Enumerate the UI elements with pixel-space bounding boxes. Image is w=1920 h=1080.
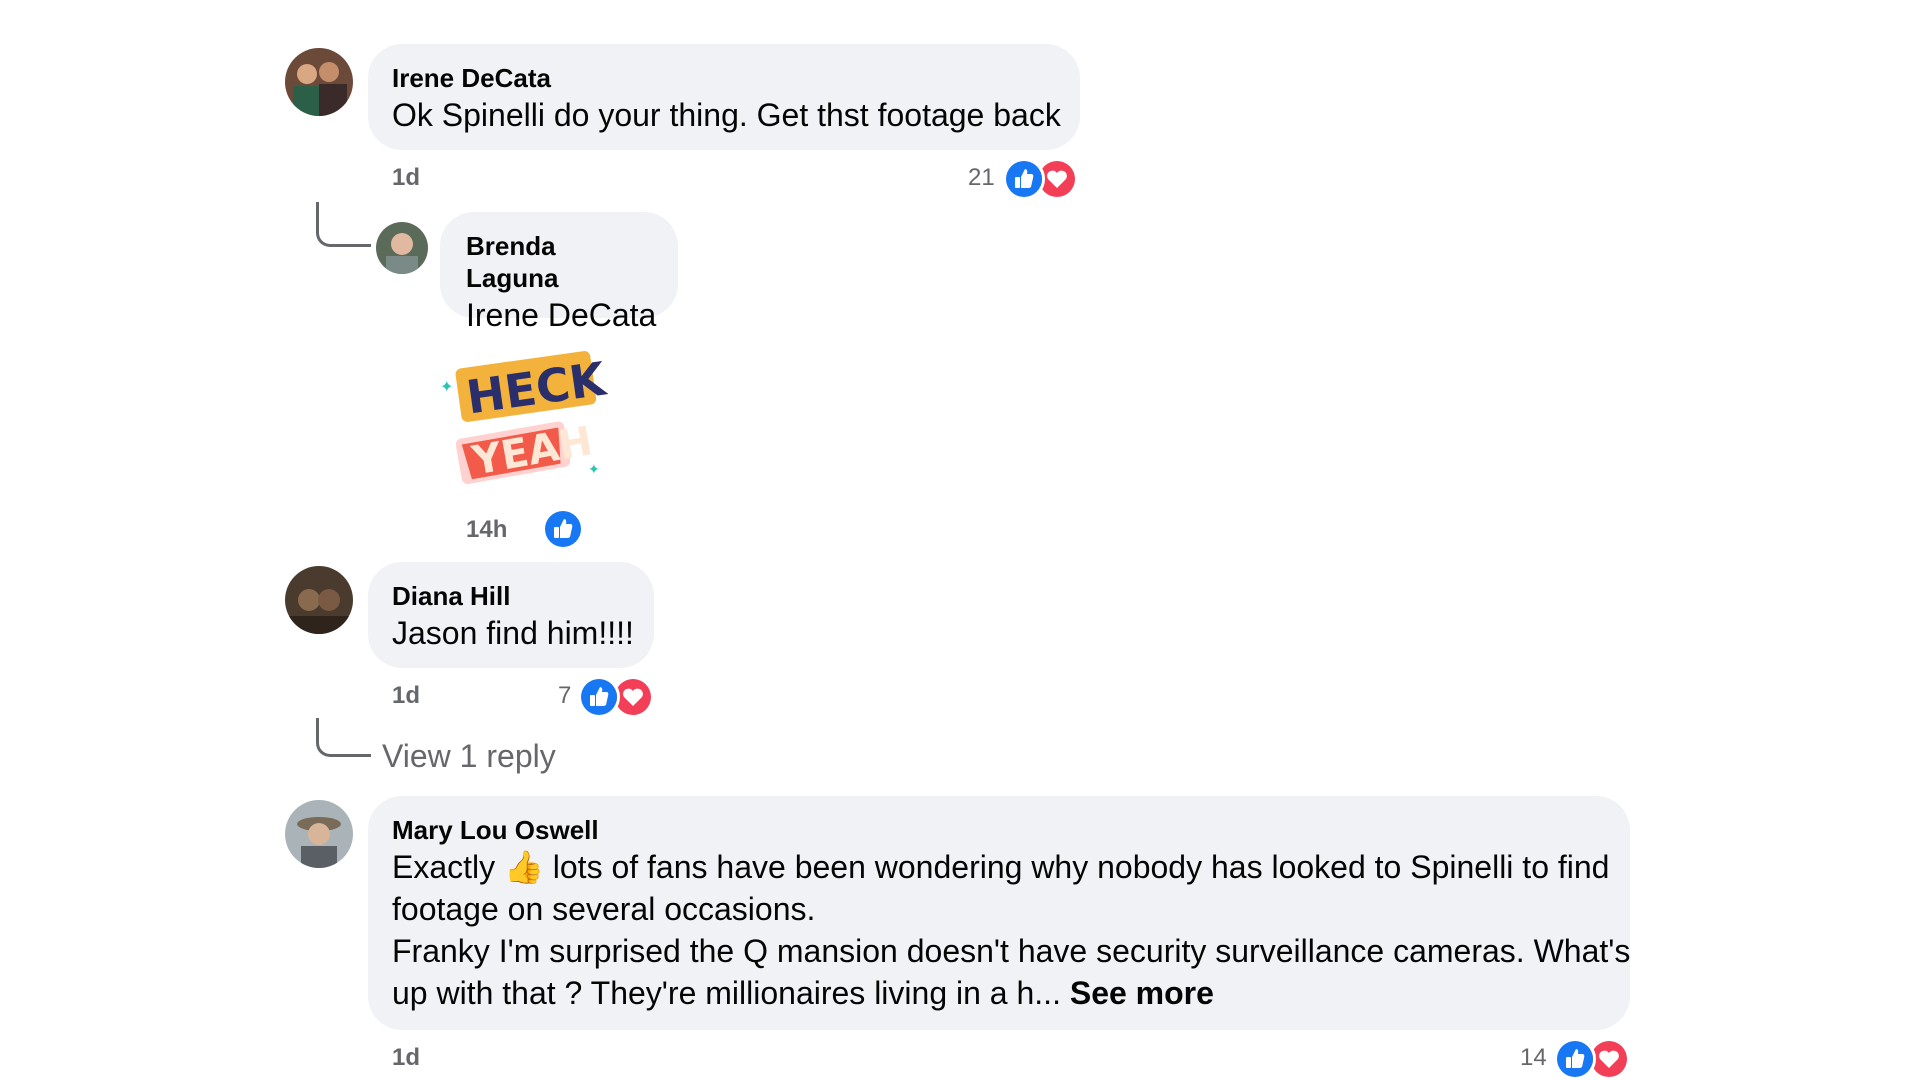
comment-text-line: footage on several occasions.	[392, 891, 816, 927]
svg-text:✦: ✦	[440, 377, 453, 396]
like-icon	[1003, 158, 1045, 200]
thumbs-up-emoji: 👍	[504, 849, 544, 885]
reaction-count[interactable]: 7	[558, 682, 571, 710]
heck-yeah-sticker[interactable]: ✦ ✦ HECK YEAH	[438, 342, 611, 490]
comment-time[interactable]: 1d	[392, 1044, 420, 1072]
avatar[interactable]	[285, 800, 353, 868]
comment-bubble: Mary Lou Oswell Exactly 👍 lots of fans h…	[368, 796, 1630, 1030]
comment-author[interactable]: Brenda Laguna	[466, 230, 654, 294]
comment-time[interactable]: 14h	[466, 516, 507, 544]
comment-text: Ok Spinelli do your thing. Get thst foot…	[392, 97, 1061, 133]
comment-author[interactable]: Diana Hill	[392, 580, 630, 612]
comment-text-part: Exactly	[392, 849, 496, 885]
view-replies-link[interactable]: View 1 reply	[382, 738, 556, 775]
comment-text-line: Franky I'm surprised the Q mansion doesn…	[392, 933, 1631, 969]
reply-connector	[316, 202, 371, 247]
mentioned-user-link[interactable]: Irene DeCata	[466, 294, 656, 336]
comment-text-part: lots of fans have been wondering why nob…	[552, 849, 1610, 885]
comment-author[interactable]: Mary Lou Oswell	[392, 814, 1606, 846]
avatar[interactable]	[285, 566, 353, 634]
comment-text-line: up with that ? They're millionaires livi…	[392, 972, 1606, 1014]
sticker-text-heck: HECK	[463, 351, 608, 424]
comment-author[interactable]: Irene DeCata	[392, 62, 1056, 94]
sticker-text-yeah: YEAH	[468, 418, 596, 484]
comment-text: Jason find him!!!!	[392, 615, 634, 651]
avatar[interactable]	[285, 48, 353, 116]
like-icon	[1554, 1038, 1596, 1080]
avatar[interactable]	[376, 222, 428, 274]
like-icon	[578, 676, 620, 718]
comment-text-part: up with that ? They're millionaires livi…	[392, 975, 1061, 1011]
reply-connector	[316, 718, 371, 757]
comments-section: Irene DeCata Ok Spinelli do your thing. …	[0, 0, 1920, 1080]
reaction-count[interactable]: 14	[1520, 1044, 1547, 1072]
comment-text: Exactly 👍 lots of fans have been wonderi…	[392, 846, 1609, 888]
comment-bubble: Diana Hill Jason find him!!!!	[368, 562, 654, 668]
see-more-link[interactable]: See more	[1070, 975, 1214, 1011]
like-icon	[542, 508, 584, 550]
comment-time[interactable]: 1d	[392, 682, 420, 710]
reaction-count[interactable]: 21	[968, 164, 995, 192]
comment-time[interactable]: 1d	[392, 164, 420, 192]
comment-bubble: Irene DeCata Ok Spinelli do your thing. …	[368, 44, 1080, 150]
comment-bubble: Brenda Laguna Irene DeCata	[440, 212, 678, 333]
